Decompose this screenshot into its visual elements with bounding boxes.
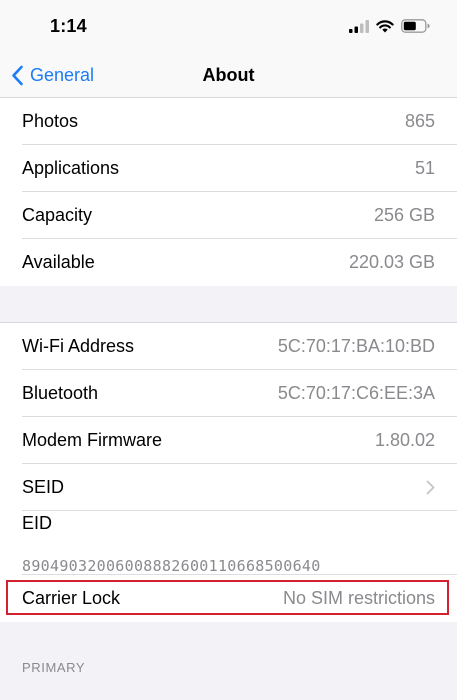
row-label: EID — [22, 513, 53, 533]
row-capacity: Capacity 256 GB — [0, 192, 457, 239]
wifi-icon — [376, 19, 394, 33]
back-button[interactable]: General — [11, 52, 94, 98]
row-photos: Photos 865 — [0, 98, 457, 145]
row-label: Modem Firmware — [22, 430, 163, 450]
row-available: Available 220.03 GB — [0, 239, 457, 286]
chevron-right-icon — [426, 480, 435, 495]
network-group: Wi-Fi Address 5C:70:17:BA:10:BD Bluetoot… — [0, 322, 457, 622]
row-label: SEID — [22, 477, 65, 497]
eid-value: 89049032006008882600110668500640 — [22, 557, 321, 575]
row-label: Capacity — [22, 205, 93, 225]
row-label: Available — [22, 252, 95, 272]
row-value: 256 GB — [373, 205, 435, 225]
row-label: Carrier Lock — [22, 588, 121, 608]
battery-icon — [401, 19, 430, 33]
back-button-label: General — [30, 64, 95, 85]
row-label: Wi-Fi Address — [22, 336, 135, 356]
row-value: 5C:70:17:C6:EE:3A — [277, 383, 435, 403]
row-seid[interactable]: SEID — [0, 464, 457, 511]
status-time: 1:14 — [50, 16, 87, 36]
row-applications: Applications 51 — [0, 145, 457, 192]
row-label: Bluetooth — [22, 383, 99, 403]
row-label: Photos — [22, 111, 79, 131]
status-bar: 1:14 — [0, 0, 457, 52]
row-value: No SIM restrictions — [282, 588, 435, 608]
section-header-primary: PRIMARY — [22, 660, 86, 675]
row-bluetooth: Bluetooth 5C:70:17:C6:EE:3A — [0, 370, 457, 417]
navigation-bar: About General — [0, 52, 457, 98]
row-wifi-address: Wi-Fi Address 5C:70:17:BA:10:BD — [0, 323, 457, 370]
chevron-left-icon — [11, 65, 24, 86]
row-value: 51 — [414, 158, 435, 178]
row-value: 1.80.02 — [374, 430, 435, 450]
row-label: Applications — [22, 158, 120, 178]
row-carrier-lock: Carrier Lock No SIM restrictions — [0, 575, 457, 622]
row-modem-firmware: Modem Firmware 1.80.02 — [0, 417, 457, 464]
cellular-signal-icon — [349, 19, 369, 33]
about-screen: 1:14 About General Photos 865 Applicatio… — [0, 0, 457, 700]
status-icons — [349, 17, 430, 35]
row-value: 220.03 GB — [348, 252, 435, 272]
row-value: 5C:70:17:BA:10:BD — [277, 336, 435, 356]
row-eid: EID 89049032006008882600110668500640 — [0, 511, 457, 575]
storage-group: Photos 865 Applications 51 Capacity 256 … — [0, 98, 457, 286]
row-value: 865 — [404, 111, 435, 131]
